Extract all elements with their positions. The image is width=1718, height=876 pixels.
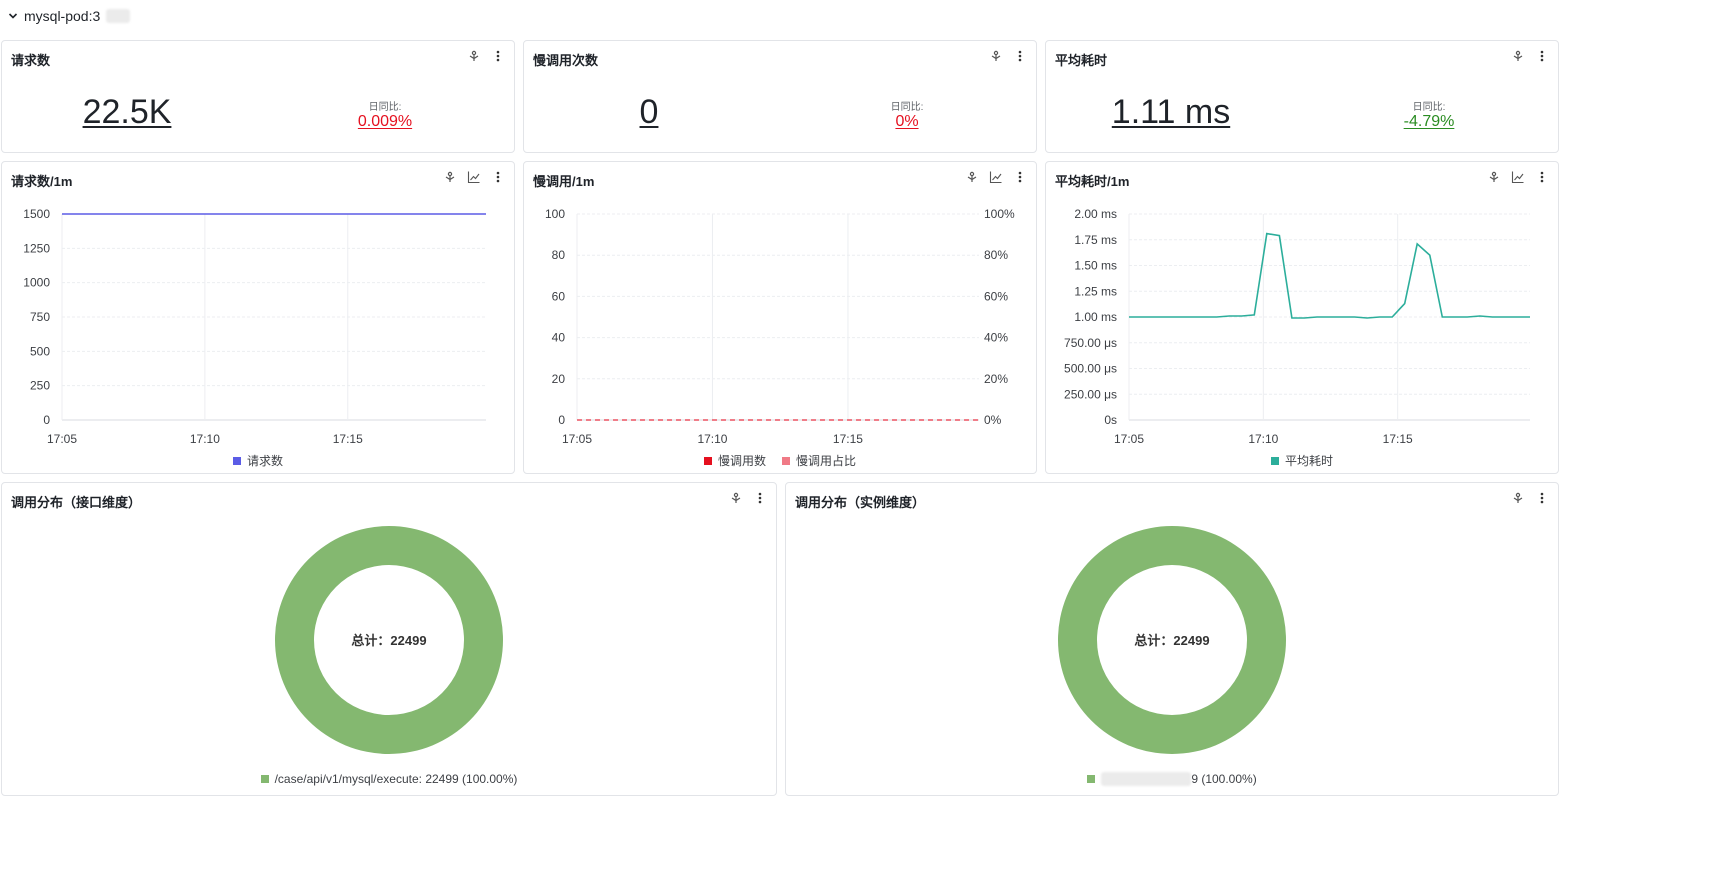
y-tick-label: 500.00 μs xyxy=(1064,362,1117,376)
stat-panel-slow-calls: 慢调用次数 0 日同比: 0% xyxy=(523,40,1037,153)
drilldown-icon[interactable] xyxy=(988,48,1004,64)
y-right-tick-label: 60% xyxy=(984,289,1008,303)
compare-block: 日同比: 0.009% xyxy=(335,98,435,131)
legend-label: 慢调用数 xyxy=(717,454,766,468)
legend-swatch xyxy=(1270,456,1279,465)
y-tick-label: 20 xyxy=(552,372,566,386)
group-header[interactable]: mysql-pod:3 xyxy=(8,7,131,25)
stat-panel-avg-latency: 平均耗时 1.11 ms 日同比: -4.79% xyxy=(1045,40,1559,153)
panel-title: 平均耗时 xyxy=(1055,53,1108,68)
compare-value[interactable]: 0.009% xyxy=(335,113,435,131)
y-right-tick-label: 100% xyxy=(984,207,1015,221)
redacted-text xyxy=(1101,772,1192,786)
y-tick-label: 60 xyxy=(552,289,566,303)
legend-item-slow-ratio[interactable]: 慢调用占比 xyxy=(782,452,856,469)
legend-swatch xyxy=(260,775,269,783)
y-tick-label: 80 xyxy=(552,248,566,262)
x-tick-label: 17:15 xyxy=(833,432,863,446)
legend-swatch xyxy=(1087,775,1096,783)
slow-calls-line-chart: 0 20 40 60 80 100 0% 20% 40% 60% 80% 100% 17:05 17:10… xyxy=(545,207,1015,446)
drilldown-icon[interactable] xyxy=(466,48,482,64)
legend-swatch xyxy=(782,456,790,465)
donut-chart-interface: 总计：22499 xyxy=(275,526,503,754)
y-tick-label: 2.00 ms xyxy=(1074,207,1117,221)
compare-value[interactable]: 0% xyxy=(857,113,957,131)
y-tick-label: 250.00 μs xyxy=(1064,387,1117,401)
x-tick-label: 17:15 xyxy=(333,432,363,446)
compare-label: 日同比: xyxy=(368,102,402,113)
more-icon[interactable] xyxy=(490,48,506,64)
stat-panel-requests: 请求数 22.5K 日同比: 0.009% xyxy=(1,40,515,153)
y-tick-label: 1500 xyxy=(23,207,50,221)
donut-center-label: 总计：22499 xyxy=(351,633,426,648)
series-line xyxy=(1129,232,1530,319)
x-tick-label: 17:05 xyxy=(1114,432,1144,446)
y-tick-label: 1.50 ms xyxy=(1074,259,1117,273)
compare-label: 日同比: xyxy=(890,102,924,113)
compare-block: 日同比: 0% xyxy=(857,98,957,131)
y-right-tick-label: 20% xyxy=(984,372,1008,386)
y-tick-label: 250 xyxy=(30,379,50,393)
legend-swatch xyxy=(703,456,712,465)
legend-item-interface[interactable]: /case/api/v1/mysql/execute: 22499 (100.0… xyxy=(260,772,518,786)
legend-label: 平均耗时 xyxy=(1284,454,1333,468)
donut-panel-instance: 调用分布（实例维度） 总计：22499 9 (100.00%) xyxy=(785,482,1559,796)
more-icon[interactable] xyxy=(1534,48,1550,64)
legend-item-slow-count[interactable]: 慢调用数 xyxy=(703,452,766,469)
donut-center-label: 总计：22499 xyxy=(1134,633,1209,648)
y-right-tick-label: 80% xyxy=(984,248,1008,262)
more-icon[interactable] xyxy=(1012,48,1028,64)
y-tick-label: 1.75 ms xyxy=(1074,233,1117,247)
y-tick-label: 1.25 ms xyxy=(1074,284,1117,298)
y-tick-label: 1000 xyxy=(23,276,50,290)
drilldown-icon[interactable] xyxy=(1510,48,1526,64)
requests-line-chart: 0 250 500 750 1000 1250 1500 17:05 17:10 17:15 xyxy=(23,207,486,446)
stat-value[interactable]: 22.5K xyxy=(2,93,252,132)
donut-panel-interface: 调用分布（接口维度） 总计：22499 /case/api/v1/mysql/e… xyxy=(1,482,777,796)
y-tick-label: 500 xyxy=(30,344,50,358)
stat-value[interactable]: 1.11 ms xyxy=(1046,93,1296,132)
avg-latency-line-chart: 0s 250.00 μs 500.00 μs 750.00 μs 1.00 ms 1.25… xyxy=(1064,207,1530,446)
y-tick-label: 100 xyxy=(545,207,565,221)
x-tick-label: 17:10 xyxy=(190,432,220,446)
y-tick-label: 750 xyxy=(30,310,50,324)
redacted-text xyxy=(106,9,131,23)
x-tick-label: 17:10 xyxy=(1248,432,1278,446)
donut-chart-instance: 总计：22499 xyxy=(1058,526,1286,754)
panel-title: 慢调用次数 xyxy=(533,53,599,68)
chart-panel-avg-latency: 平均耗时/1m 0s 250.00 μs 500.00 μs 750.00 μs 1.0… xyxy=(1045,161,1559,474)
legend-item-instance[interactable]: 9 (100.00%) xyxy=(1087,772,1257,786)
group-title: mysql-pod:3 xyxy=(24,8,101,24)
x-tick-label: 17:10 xyxy=(697,432,727,446)
compare-block: 日同比: -4.79% xyxy=(1379,98,1479,131)
chart-panel-slow-calls: 慢调用/1m 0 20 40 60 80 100 0% 20% 40% 60% 80% 100% 17:… xyxy=(523,161,1037,474)
chart-panel-requests: 请求数/1m 0 250 500 750 1000 1250 1500 17:05 17:10 1… xyxy=(1,161,515,474)
y-tick-label: 0 xyxy=(558,413,565,427)
y-tick-label: 0s xyxy=(1104,413,1117,427)
y-tick-label: 40 xyxy=(552,331,566,345)
legend-label: 请求数 xyxy=(246,454,283,468)
x-tick-label: 17:05 xyxy=(47,432,77,446)
legend-label: /case/api/v1/mysql/execute: 22499 (100.0… xyxy=(274,772,518,786)
legend-item-avg-latency[interactable]: 平均耗时 xyxy=(1270,452,1333,469)
compare-label: 日同比: xyxy=(1412,102,1446,113)
panel-title: 请求数 xyxy=(11,53,51,68)
y-tick-label: 1250 xyxy=(23,241,50,255)
x-tick-label: 17:05 xyxy=(562,432,592,446)
y-tick-label: 1.00 ms xyxy=(1074,310,1117,324)
y-right-tick-label: 0% xyxy=(984,413,1002,427)
y-tick-label: 0 xyxy=(43,413,50,427)
y-tick-label: 750.00 μs xyxy=(1064,336,1117,350)
legend-label: 慢调用占比 xyxy=(796,454,857,468)
x-tick-label: 17:15 xyxy=(1383,432,1413,446)
compare-value[interactable]: -4.79% xyxy=(1379,113,1479,131)
stat-value[interactable]: 0 xyxy=(524,93,774,132)
legend-swatch xyxy=(232,456,241,465)
y-right-tick-label: 40% xyxy=(984,331,1008,345)
chevron-down-icon xyxy=(8,13,18,19)
legend-label: 9 (100.00%) xyxy=(1191,772,1257,786)
legend-item-requests[interactable]: 请求数 xyxy=(232,452,283,469)
